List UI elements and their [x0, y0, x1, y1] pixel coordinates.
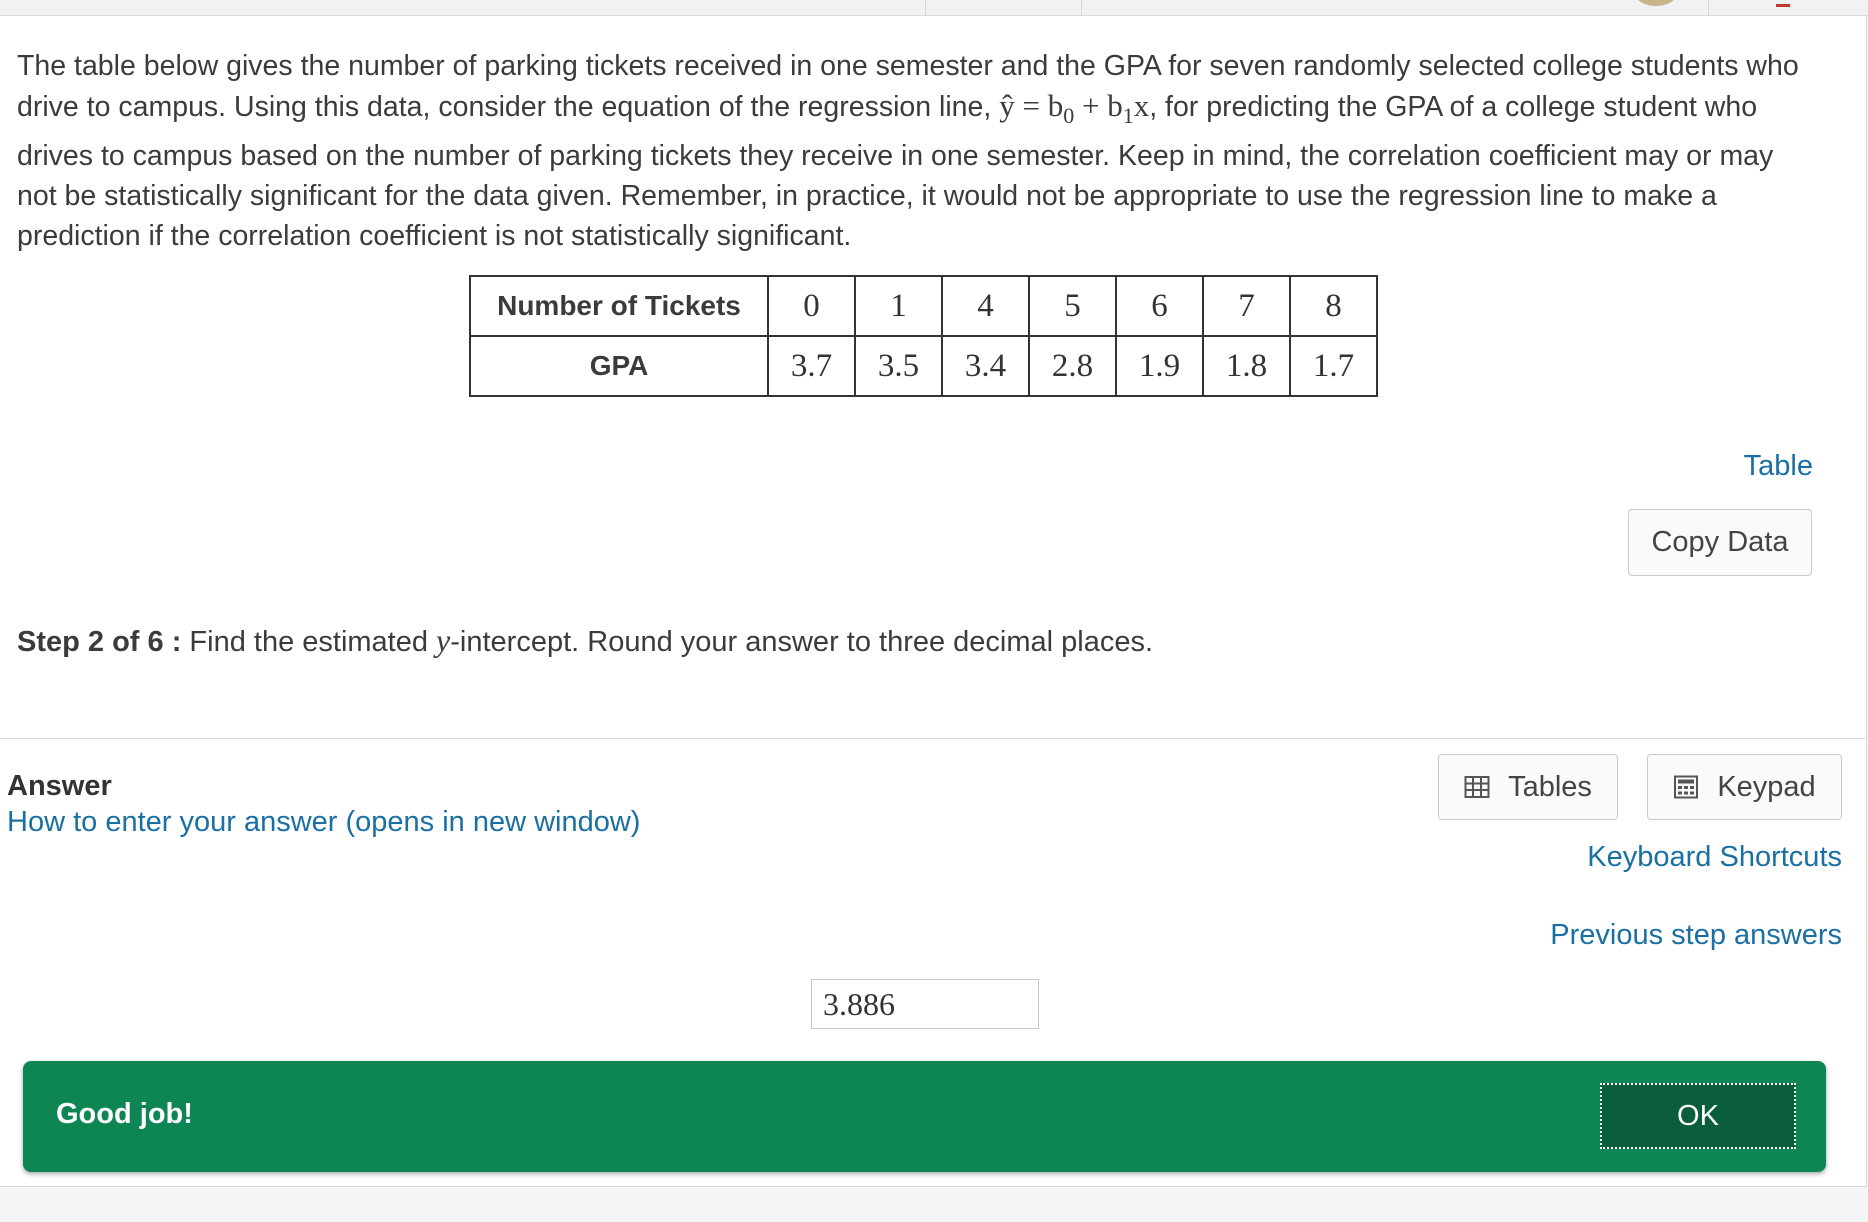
step-text-end: -intercept. Round your answer to three d…: [450, 626, 1154, 658]
tables-button[interactable]: Tables: [1438, 754, 1618, 820]
ok-button[interactable]: OK: [1600, 1083, 1796, 1149]
table-cell: 1.7: [1289, 335, 1378, 397]
table-row: GPA 3.7 3.5 3.4 2.8 1.9 1.8 1.7: [469, 335, 1378, 397]
top-bar-divider: [925, 0, 926, 15]
eq-plus: + b: [1074, 88, 1123, 123]
check-mark-icon: [1776, 0, 1790, 7]
eq-subscript-1: 1: [1122, 103, 1134, 129]
table-grid-icon: [1464, 776, 1490, 798]
answer-input[interactable]: 3.886: [811, 979, 1039, 1029]
answer-heading: Answer: [7, 770, 112, 802]
row-header-tickets: Number of Tickets: [469, 275, 769, 337]
row-header-gpa: GPA: [469, 335, 769, 397]
how-to-enter-answer-link[interactable]: How to enter your answer (opens in new w…: [7, 806, 640, 839]
table-cell: 0: [767, 275, 856, 337]
table-cell: 8: [1289, 275, 1378, 337]
avatar[interactable]: [1636, 0, 1676, 6]
table-cell: 7: [1202, 275, 1291, 337]
question-card: The table below gives the number of park…: [0, 16, 1867, 1187]
copy-data-button[interactable]: Copy Data: [1628, 509, 1812, 576]
table-cell: 4: [941, 275, 1030, 337]
step-variable: y: [436, 622, 451, 658]
calculator-icon: [1674, 775, 1699, 799]
eq-equals: = b: [1014, 88, 1064, 123]
table-cell: 1.9: [1115, 335, 1204, 397]
top-bar: [0, 0, 1868, 16]
table-cell: 5: [1028, 275, 1117, 337]
tables-button-label: Tables: [1508, 770, 1592, 803]
table-row: Number of Tickets 0 1 4 5 6 7 8: [469, 275, 1378, 337]
keyboard-shortcuts-link[interactable]: Keyboard Shortcuts: [1587, 841, 1842, 874]
feedback-message: Good job!: [56, 1098, 193, 1130]
step-instruction: Step 2 of 6 : Find the estimated y-inter…: [17, 622, 1153, 659]
top-bar-divider: [1708, 0, 1709, 15]
section-divider: [0, 738, 1866, 739]
top-bar-divider: [1081, 0, 1082, 15]
table-cell: 3.5: [854, 335, 943, 397]
y-hat: ŷ: [999, 88, 1015, 123]
eq-subscript-0: 0: [1063, 103, 1075, 129]
keypad-button-label: Keypad: [1717, 770, 1816, 803]
feedback-banner: Good job! OK: [23, 1061, 1826, 1172]
step-label: Step 2 of 6 :: [17, 626, 182, 658]
table-cell: 6: [1115, 275, 1204, 337]
table-cell: 3.4: [941, 335, 1030, 397]
problem-statement: The table below gives the number of park…: [17, 46, 1817, 256]
table-cell: 1: [854, 275, 943, 337]
keypad-button[interactable]: Keypad: [1647, 754, 1842, 820]
previous-step-answers-link[interactable]: Previous step answers: [1550, 919, 1842, 952]
table-cell: 2.8: [1028, 335, 1117, 397]
table-cell: 1.8: [1202, 335, 1291, 397]
step-text: Find the estimated: [181, 626, 437, 658]
data-table: Number of Tickets 0 1 4 5 6 7 8 GPA 3.7 …: [469, 275, 1378, 397]
regression-equation: ŷ = b0 + b1x: [999, 88, 1150, 128]
table-cell: 3.7: [767, 335, 856, 397]
table-link[interactable]: Table: [1744, 450, 1813, 483]
eq-x: x: [1133, 88, 1150, 123]
